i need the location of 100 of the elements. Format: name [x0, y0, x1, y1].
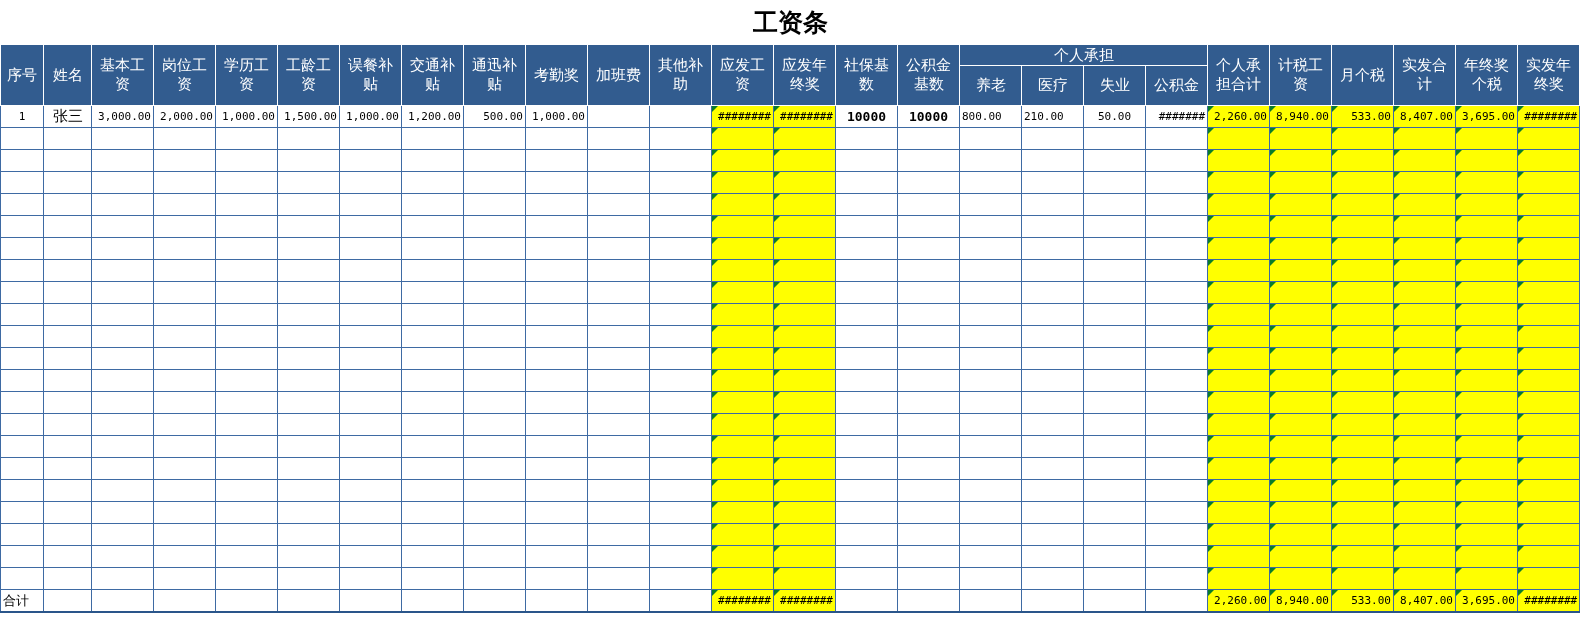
corner-triangle-icon [1394, 150, 1400, 156]
corner-triangle-icon [1456, 260, 1462, 266]
corner-triangle-icon [1394, 348, 1400, 354]
corner-triangle-icon [712, 172, 718, 178]
corner-triangle-icon [1394, 414, 1400, 420]
corner-triangle-icon [1270, 150, 1276, 156]
corner-triangle-icon [774, 436, 780, 442]
corner-triangle-icon [1270, 260, 1276, 266]
corner-triangle-icon [712, 436, 718, 442]
corner-triangle-icon [1518, 436, 1524, 442]
corner-triangle-icon [712, 524, 718, 530]
corner-triangle-icon [1332, 172, 1338, 178]
corner-triangle-icon [1456, 414, 1462, 420]
corner-triangle-icon [1270, 304, 1276, 310]
corner-triangle-icon [1332, 370, 1338, 376]
corner-triangle-icon [1208, 304, 1214, 310]
corner-triangle-icon [1518, 502, 1524, 508]
corner-triangle-icon [1270, 524, 1276, 530]
column-header: 计税工资 [1269, 44, 1332, 106]
corner-triangle-icon [1456, 238, 1462, 244]
corner-triangle-icon [1518, 590, 1524, 596]
corner-triangle-icon [1456, 458, 1462, 464]
corner-triangle-icon [712, 194, 718, 200]
table-cell: 1 [0, 105, 44, 128]
corner-triangle-icon [1456, 590, 1462, 596]
corner-triangle-icon [1332, 590, 1338, 596]
corner-triangle-icon [1394, 524, 1400, 530]
corner-triangle-icon [712, 216, 718, 222]
corner-triangle-icon [1332, 326, 1338, 332]
corner-triangle-icon [1208, 194, 1214, 200]
corner-triangle-icon [1332, 216, 1338, 222]
corner-triangle-icon [1208, 128, 1214, 134]
table-cell: ####### [1145, 105, 1208, 128]
table-cell: 1,000.00 [525, 105, 588, 128]
corner-triangle-icon [712, 150, 718, 156]
corner-triangle-icon [1332, 238, 1338, 244]
corner-triangle-icon [1332, 524, 1338, 530]
corner-triangle-icon [1394, 590, 1400, 596]
corner-triangle-icon [1332, 260, 1338, 266]
corner-triangle-icon [774, 480, 780, 486]
corner-triangle-icon [1208, 150, 1214, 156]
column-header: 个人承担合计 [1207, 44, 1270, 106]
table-cell: 500.00 [463, 105, 526, 128]
corner-triangle-icon [1208, 282, 1214, 288]
corner-triangle-icon [1456, 106, 1462, 112]
corner-triangle-icon [1270, 238, 1276, 244]
corner-triangle-icon [1270, 216, 1276, 222]
table-cell: 1,200.00 [401, 105, 464, 128]
corner-triangle-icon [1332, 392, 1338, 398]
corner-triangle-icon [712, 392, 718, 398]
column-header: 公积金 [1145, 65, 1208, 106]
corner-triangle-icon [712, 282, 718, 288]
corner-triangle-icon [1456, 304, 1462, 310]
corner-triangle-icon [712, 568, 718, 574]
corner-triangle-icon [1456, 282, 1462, 288]
corner-triangle-icon [712, 590, 718, 596]
corner-triangle-icon [1394, 194, 1400, 200]
corner-triangle-icon [774, 238, 780, 244]
corner-triangle-icon [774, 370, 780, 376]
corner-triangle-icon [1208, 326, 1214, 332]
corner-triangle-icon [1208, 546, 1214, 552]
corner-triangle-icon [1394, 546, 1400, 552]
corner-triangle-icon [1208, 502, 1214, 508]
corner-triangle-icon [1270, 546, 1276, 552]
corner-triangle-icon [1456, 326, 1462, 332]
corner-triangle-icon [1456, 392, 1462, 398]
corner-triangle-icon [1456, 480, 1462, 486]
corner-triangle-icon [1394, 370, 1400, 376]
corner-triangle-icon [1270, 282, 1276, 288]
corner-triangle-icon [1332, 348, 1338, 354]
corner-triangle-icon [774, 568, 780, 574]
corner-triangle-icon [1518, 392, 1524, 398]
column-header: 月个税 [1331, 44, 1394, 106]
corner-triangle-icon [1270, 194, 1276, 200]
corner-triangle-icon [1208, 392, 1214, 398]
corner-triangle-icon [1394, 282, 1400, 288]
column-header: 公积金基数 [897, 44, 960, 106]
corner-triangle-icon [712, 546, 718, 552]
column-header: 考勤奖 [525, 44, 588, 106]
corner-triangle-icon [1208, 216, 1214, 222]
column-header: 实发合计 [1393, 44, 1456, 106]
column-header: 应发工资 [711, 44, 774, 106]
corner-triangle-icon [1394, 392, 1400, 398]
corner-triangle-icon [1270, 568, 1276, 574]
corner-triangle-icon [1518, 546, 1524, 552]
corner-triangle-icon [774, 304, 780, 310]
corner-triangle-icon [774, 282, 780, 288]
corner-triangle-icon [1270, 348, 1276, 354]
column-header: 其他补助 [649, 44, 712, 106]
corner-triangle-icon [1208, 524, 1214, 530]
corner-triangle-icon [1518, 216, 1524, 222]
corner-triangle-icon [774, 414, 780, 420]
corner-triangle-icon [1456, 524, 1462, 530]
corner-triangle-icon [1394, 568, 1400, 574]
corner-triangle-icon [1456, 502, 1462, 508]
column-header: 姓名 [43, 44, 92, 106]
corner-triangle-icon [1270, 392, 1276, 398]
corner-triangle-icon [1270, 436, 1276, 442]
corner-triangle-icon [1332, 194, 1338, 200]
corner-triangle-icon [1208, 238, 1214, 244]
